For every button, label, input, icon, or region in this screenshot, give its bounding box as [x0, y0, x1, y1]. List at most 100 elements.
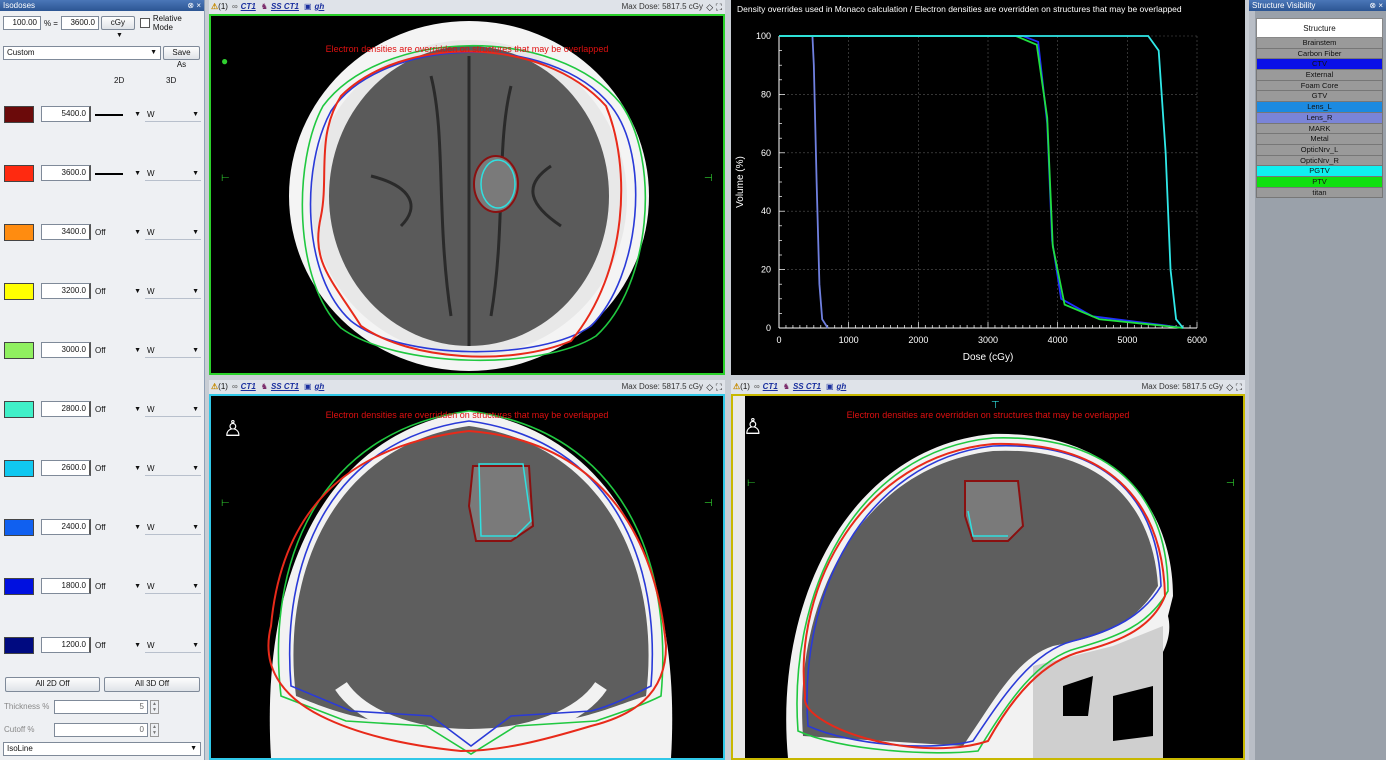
- thickness-input[interactable]: 5: [54, 700, 148, 714]
- dataset-link[interactable]: CT1: [241, 0, 256, 14]
- structure-item[interactable]: Brainstem: [1256, 38, 1383, 49]
- plan-link[interactable]: gh: [315, 0, 325, 14]
- isodose-3d-dropdown[interactable]: W ▼: [145, 403, 201, 417]
- sagittal-viewport[interactable]: ⚠ (1) ∞ CT1 ♞ SS CT1 ▣ gh Max Dose: 5817.…: [731, 380, 1245, 760]
- coronal-viewport[interactable]: ⚠ (1) ∞ CT1 ♞ SS CT1 ▣ gh Max Dose: 5817.…: [209, 380, 725, 760]
- isodose-2d-dropdown[interactable]: Off ▼: [93, 580, 141, 594]
- isodose-2d-dropdown[interactable]: Off ▼: [93, 344, 141, 358]
- warning-icon[interactable]: ⚠: [211, 0, 218, 14]
- isodose-value-input[interactable]: 2600.0: [41, 460, 91, 476]
- sagittal-image[interactable]: ⊢ ⊣ ⊤ ♙: [731, 394, 1245, 760]
- axial-viewport[interactable]: ⚠ (1) ∞ CT1 ♞ SS CT1 ▣ gh Max Dose: 5817.…: [209, 0, 725, 375]
- warning-icon[interactable]: ⚠: [733, 380, 740, 394]
- maximize-icon[interactable]: ◇ ⛶: [706, 380, 722, 394]
- isodose-color-swatch[interactable]: [4, 637, 34, 654]
- isodose-value-input[interactable]: 5400.0: [41, 106, 91, 122]
- isodose-3d-dropdown[interactable]: W ▼: [145, 167, 201, 181]
- isodose-color-swatch[interactable]: [4, 283, 34, 300]
- isodose-3d-dropdown[interactable]: W ▼: [145, 226, 201, 240]
- dataset-link[interactable]: CT1: [241, 380, 256, 394]
- save-as-button[interactable]: Save As: [163, 46, 200, 69]
- plan-link[interactable]: gh: [315, 380, 325, 394]
- isodose-2d-dropdown[interactable]: Off ▼: [93, 403, 141, 417]
- chevron-down-icon: ▼: [134, 406, 141, 413]
- isodose-color-swatch[interactable]: [4, 460, 34, 477]
- relative-mode-checkbox[interactable]: [139, 18, 150, 28]
- structure-set-link[interactable]: SS CT1: [793, 380, 821, 394]
- structure-item[interactable]: Carbon Fiber: [1256, 48, 1383, 60]
- isodose-color-swatch[interactable]: [4, 342, 34, 359]
- warning-count: (1): [218, 382, 228, 391]
- structure-item[interactable]: Lens_R: [1256, 112, 1383, 124]
- structure-item[interactable]: titan: [1256, 187, 1383, 199]
- maximize-icon[interactable]: ◇ ⛶: [706, 0, 722, 14]
- isodose-3d-dropdown[interactable]: W ▼: [145, 344, 201, 358]
- isodose-2d-dropdown[interactable]: ▼: [93, 108, 141, 122]
- isodose-2d-dropdown[interactable]: Off ▼: [93, 462, 141, 476]
- isodose-value-input[interactable]: 1200.0: [41, 637, 91, 653]
- isodose-value-input[interactable]: 3200.0: [41, 283, 91, 299]
- structure-item[interactable]: Lens_L: [1256, 102, 1383, 113]
- isodose-3d-dropdown[interactable]: W ▼: [145, 285, 201, 299]
- cutoff-spinner[interactable]: ▲ ▼: [150, 723, 159, 737]
- isodose-value-input[interactable]: 3400.0: [41, 224, 91, 240]
- axial-image[interactable]: ⊢ ⊣ ●: [209, 14, 725, 375]
- isodose-value-input[interactable]: 2800.0: [41, 401, 91, 417]
- dvh-y-tick-label: 40: [761, 206, 771, 216]
- isodose-value-input[interactable]: 2400.0: [41, 519, 91, 535]
- isodose-3d-value: W: [147, 405, 155, 414]
- structure-item[interactable]: External: [1256, 70, 1383, 81]
- isodose-2d-dropdown[interactable]: Off ▼: [93, 521, 141, 535]
- structure-item[interactable]: OpticNrv_L: [1256, 144, 1383, 156]
- dvh-chart[interactable]: 0 1000 2000 3000 4000 5000 6000 0 20 40 60 80 100 Dos…: [731, 0, 1245, 375]
- isodose-2d-dropdown[interactable]: ▼: [93, 167, 141, 181]
- isodose-3d-dropdown[interactable]: W ▼: [145, 521, 201, 535]
- isodose-2d-dropdown[interactable]: Off ▼: [93, 226, 141, 240]
- link-chain-icon[interactable]: ∞: [232, 380, 238, 394]
- panel-pin-close-icon[interactable]: ⊗ ×: [187, 0, 201, 11]
- all-3d-off-button[interactable]: All 3D Off: [104, 677, 200, 692]
- link-chain-icon[interactable]: ∞: [232, 0, 238, 14]
- isodose-color-swatch[interactable]: [4, 519, 34, 536]
- thickness-spinner[interactable]: ▲ ▼: [150, 700, 159, 714]
- structure-item[interactable]: Metal: [1256, 134, 1383, 145]
- reference-dose-input[interactable]: 3600.0: [60, 16, 99, 30]
- structure-set-link[interactable]: SS CT1: [271, 0, 299, 14]
- isodose-color-swatch[interactable]: [4, 165, 34, 182]
- structure-item[interactable]: Foam Core: [1256, 80, 1383, 92]
- structure-item[interactable]: PTV: [1256, 176, 1383, 188]
- isodose-3d-dropdown[interactable]: W ▼: [145, 580, 201, 594]
- display-mode-dropdown[interactable]: IsoLine ▼: [3, 742, 201, 756]
- isodose-color-swatch[interactable]: [4, 106, 34, 123]
- isodose-color-swatch[interactable]: [4, 578, 34, 595]
- percent-input[interactable]: 100.00: [3, 16, 41, 30]
- warning-icon[interactable]: ⚠: [211, 380, 218, 394]
- isodose-value-input[interactable]: 3000.0: [41, 342, 91, 358]
- isodose-color-swatch[interactable]: [4, 401, 34, 418]
- coronal-image[interactable]: ⊢ ⊣ ♙: [209, 394, 725, 760]
- isodose-color-swatch[interactable]: [4, 224, 34, 241]
- isodose-value-input[interactable]: 3600.0: [41, 165, 91, 181]
- structure-column-header[interactable]: Structure: [1256, 18, 1383, 38]
- structure-item[interactable]: MARK: [1256, 123, 1383, 135]
- panel-pin-close-icon[interactable]: ⊗ ×: [1369, 0, 1383, 11]
- dataset-link[interactable]: CT1: [763, 380, 778, 394]
- cutoff-input[interactable]: 0: [54, 723, 148, 737]
- isodose-2d-dropdown[interactable]: Off ▼: [93, 285, 141, 299]
- isodose-3d-dropdown[interactable]: W ▼: [145, 639, 201, 653]
- structure-item[interactable]: PGTV: [1256, 166, 1383, 177]
- all-2d-off-button[interactable]: All 2D Off: [5, 677, 100, 692]
- link-chain-icon[interactable]: ∞: [754, 380, 760, 394]
- structure-set-link[interactable]: SS CT1: [271, 380, 299, 394]
- plan-link[interactable]: gh: [837, 380, 847, 394]
- isodose-preset-dropdown[interactable]: Custom ▼: [3, 46, 161, 60]
- structure-item[interactable]: CTV: [1256, 59, 1383, 71]
- dose-unit-dropdown[interactable]: cGy ▼: [100, 16, 135, 39]
- structure-item[interactable]: GTV: [1256, 91, 1383, 103]
- structure-item[interactable]: OpticNrv_R: [1256, 155, 1383, 167]
- isodose-2d-dropdown[interactable]: Off ▼: [93, 639, 141, 653]
- maximize-icon[interactable]: ◇ ⛶: [1226, 380, 1242, 394]
- isodose-3d-dropdown[interactable]: W ▼: [145, 108, 201, 122]
- isodose-3d-dropdown[interactable]: W ▼: [145, 462, 201, 476]
- isodose-value-input[interactable]: 1800.0: [41, 578, 91, 594]
